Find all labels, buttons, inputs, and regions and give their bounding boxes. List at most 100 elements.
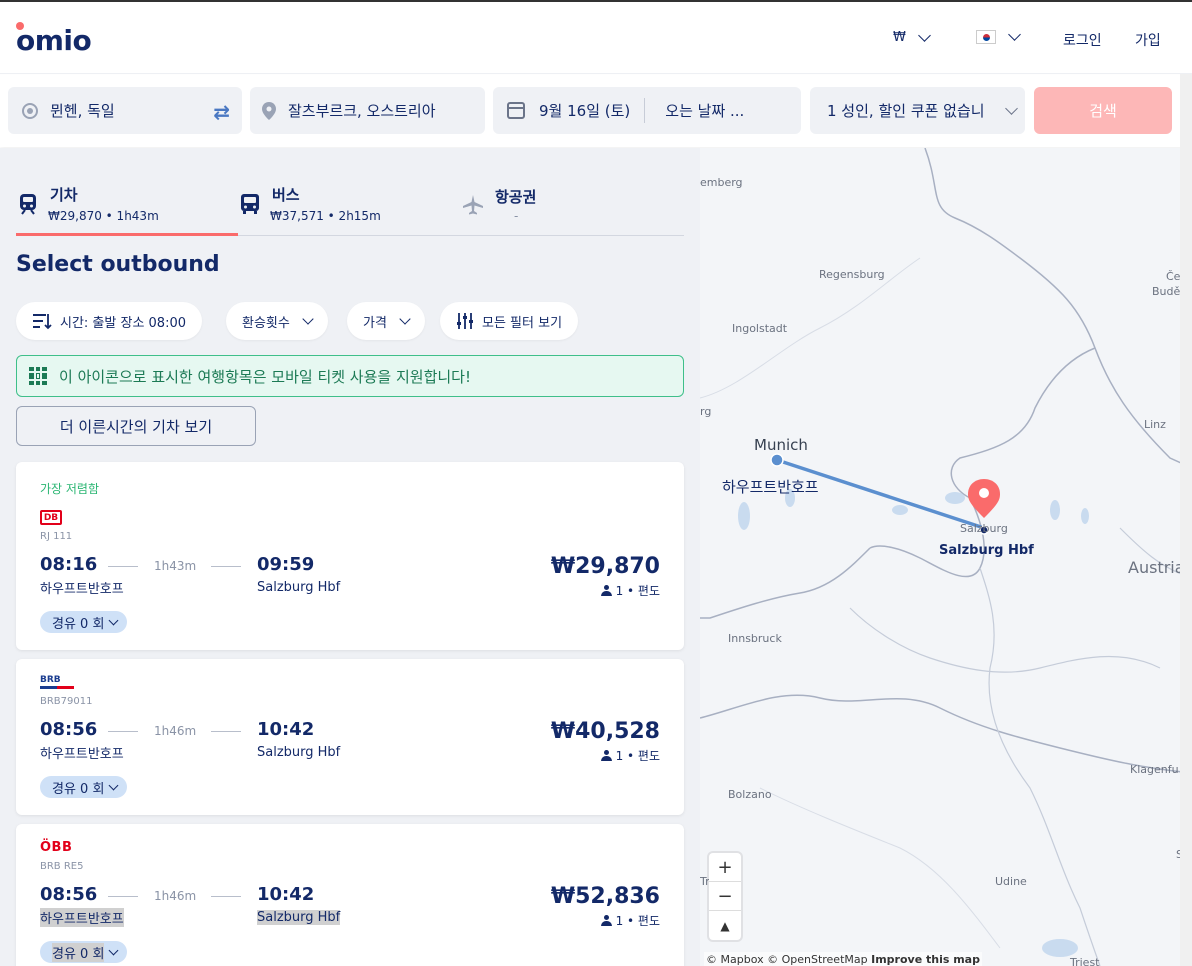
passenger-text: 1 • 편도	[615, 914, 660, 928]
result-card[interactable]: BRB BRB79011 08:56 1h46m 10:42 하우프트반호프 S…	[16, 659, 684, 815]
price: ₩52,836	[550, 884, 660, 909]
stops-toggle[interactable]: 경유 0 회	[40, 941, 128, 963]
map-label: Klagenfu	[1130, 763, 1179, 776]
map-attribution: © Mapbox © OpenStreetMap Improve this ma…	[704, 952, 982, 966]
price: ₩40,528	[550, 719, 660, 744]
login-link[interactable]: 로그인	[1063, 30, 1102, 50]
map-label: Budě	[1152, 285, 1181, 298]
transport-tabs: 기차 ₩29,870 • 1h43m 버스 ₩37,571 • 2h15m 항공…	[16, 186, 684, 236]
stops-label: 경유 0 회	[52, 942, 105, 962]
filter-transfers[interactable]: 환승횟수	[226, 302, 328, 340]
train-icon	[20, 194, 36, 215]
signup-link[interactable]: 가입	[1135, 30, 1161, 50]
attribution-text[interactable]: © Mapbox © OpenStreetMap	[706, 953, 868, 966]
duration-line	[108, 896, 138, 897]
passenger-text: 1 • 편도	[615, 749, 660, 763]
filter-price[interactable]: 가격	[347, 302, 425, 340]
omio-logo[interactable]: omio	[16, 22, 92, 57]
language-selector[interactable]	[976, 28, 1021, 44]
tab-train[interactable]: 기차 ₩29,870 • 1h43m	[16, 186, 238, 236]
passenger-info: 1 • 편도	[600, 747, 660, 764]
filter-price-label: 가격	[363, 315, 387, 331]
chevron-down-icon	[108, 945, 119, 955]
arrival-time: 09:59	[257, 554, 315, 575]
duration-line	[211, 731, 241, 732]
map-label: Če	[1166, 270, 1181, 283]
chevron-down-icon	[108, 780, 119, 790]
zoom-in-button[interactable]: +	[709, 853, 741, 882]
filter-time-label: 시간: 출발 장소 08:00	[60, 315, 187, 331]
cheapest-badge: 가장 저렴함	[40, 482, 100, 496]
date-field[interactable]: 9월 16일 (토) 오는 날짜 ...	[493, 87, 801, 134]
search-button[interactable]: 검색	[1034, 87, 1172, 134]
stops-label: 경유 0 회	[52, 616, 105, 632]
map-label-country: Austria	[1128, 558, 1185, 577]
filter-all-label: 모든 필터 보기	[482, 315, 563, 331]
passengers-field[interactable]: 1 성인, 할인 쿠폰 없습니	[810, 87, 1025, 134]
return-date-placeholder[interactable]: 오는 날짜 ...	[665, 100, 744, 121]
currency-label: ₩	[893, 30, 906, 45]
duration-line	[211, 896, 241, 897]
compass-button[interactable]: ▲	[709, 911, 741, 940]
destination-pin-icon[interactable]	[968, 479, 1000, 518]
currency-selector[interactable]: ₩	[893, 28, 931, 45]
passenger-text: 1 • 편도	[615, 584, 660, 598]
sliders-icon	[457, 313, 473, 329]
result-card[interactable]: 가장 저렴함 DB RJ 111 08:16 1h43m 09:59 하우프트반…	[16, 462, 684, 650]
page-scrollbar[interactable]	[1180, 74, 1192, 966]
train-number: BRB RE5	[40, 861, 84, 872]
origin-marker[interactable]	[770, 453, 784, 467]
tab-bus[interactable]: 버스 ₩37,571 • 2h15m	[238, 186, 460, 236]
results-panel: 기차 ₩29,870 • 1h43m 버스 ₩37,571 • 2h15m 항공…	[0, 148, 700, 966]
duration: 1h46m	[154, 889, 197, 903]
chevron-down-icon	[108, 615, 119, 625]
mobile-ticket-notice: 이 아이콘으로 표시한 여행항목은 모바일 티켓 사용을 지원합니다!	[16, 355, 684, 397]
chevron-down-icon	[1008, 28, 1021, 41]
filter-transfers-label: 환승횟수	[242, 315, 290, 331]
filter-all[interactable]: 모든 필터 보기	[440, 302, 579, 340]
passenger-info: 1 • 편도	[600, 582, 660, 599]
stops-toggle[interactable]: 경유 0 회	[40, 611, 128, 633]
destination-field[interactable]: 잘츠부르크, 오스트리아	[250, 87, 485, 134]
bus-icon	[241, 194, 259, 214]
route-map[interactable]: emberg Regensburg Če Budě Ingolstadt rg …	[700, 148, 1192, 966]
calendar-icon	[507, 102, 525, 119]
departure-time: 08:56	[40, 719, 98, 740]
tab-train-summary: ₩29,870 • 1h43m	[48, 209, 159, 223]
tab-bus-summary: ₩37,571 • 2h15m	[270, 209, 381, 223]
person-icon	[600, 585, 612, 596]
person-icon	[600, 750, 612, 761]
stops-toggle[interactable]: 경유 0 회	[40, 776, 128, 798]
improve-map-link[interactable]: Improve this map	[871, 953, 980, 966]
tab-bus-label: 버스	[272, 186, 300, 204]
chevron-down-icon	[302, 312, 314, 325]
tab-flight[interactable]: 항공권 -	[460, 186, 684, 236]
notice-text: 이 아이콘으로 표시한 여행항목은 모바일 티켓 사용을 지원합니다!	[59, 367, 471, 386]
map-label-munich: Munich	[754, 436, 808, 454]
departure-time: 08:56	[40, 884, 98, 905]
map-label: Innsbruck	[728, 632, 782, 645]
result-card[interactable]: ÖBB BRB RE5 08:56 1h46m 10:42 하우프트반호프 Sa…	[16, 824, 684, 966]
arrival-time: 10:42	[257, 884, 315, 905]
passengers-value: 1 성인, 할인 쿠폰 없습니	[827, 102, 985, 120]
depart-date[interactable]: 9월 16일 (토)	[539, 100, 630, 121]
earlier-trains-button[interactable]: 더 이른시간의 기차 보기	[16, 406, 256, 446]
korea-flag-icon	[976, 30, 996, 44]
arrival-time: 10:42	[257, 719, 315, 740]
map-label: rg	[700, 405, 712, 418]
duration: 1h46m	[154, 724, 197, 738]
stops-label: 경유 0 회	[52, 781, 105, 797]
map-label-origin-station: 하우프트반호프	[722, 478, 819, 496]
swap-icon[interactable]: ⇄	[213, 100, 230, 124]
map-label: Bolzano	[728, 788, 772, 801]
origin-field[interactable]: 뮌헨, 독일 ⇄	[8, 87, 242, 134]
duration-line	[108, 731, 138, 732]
filter-time[interactable]: 시간: 출발 장소 08:00	[16, 302, 203, 340]
map-label: Ingolstadt	[732, 322, 788, 335]
map-label: Regensburg	[819, 268, 885, 281]
zoom-out-button[interactable]: −	[709, 882, 741, 911]
date-divider	[644, 98, 646, 123]
qr-code-icon	[29, 367, 47, 385]
tab-flight-label: 항공권	[495, 188, 537, 206]
tab-train-label: 기차	[50, 186, 78, 204]
